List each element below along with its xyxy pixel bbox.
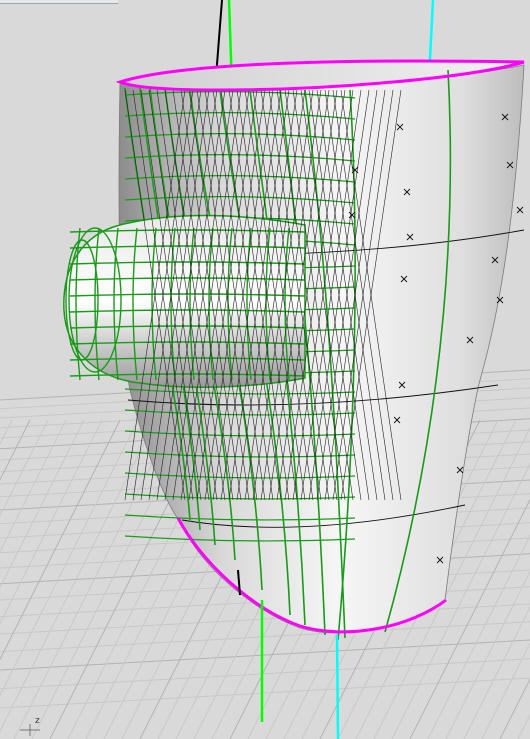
viewport-scene[interactable]	[0, 0, 530, 739]
revolved-surface-object[interactable]	[63, 59, 525, 641]
axis-indicator-label: z	[35, 716, 40, 726]
axis-line-cyan-bottom	[335, 634, 340, 739]
3d-viewport[interactable]: z	[0, 0, 530, 739]
